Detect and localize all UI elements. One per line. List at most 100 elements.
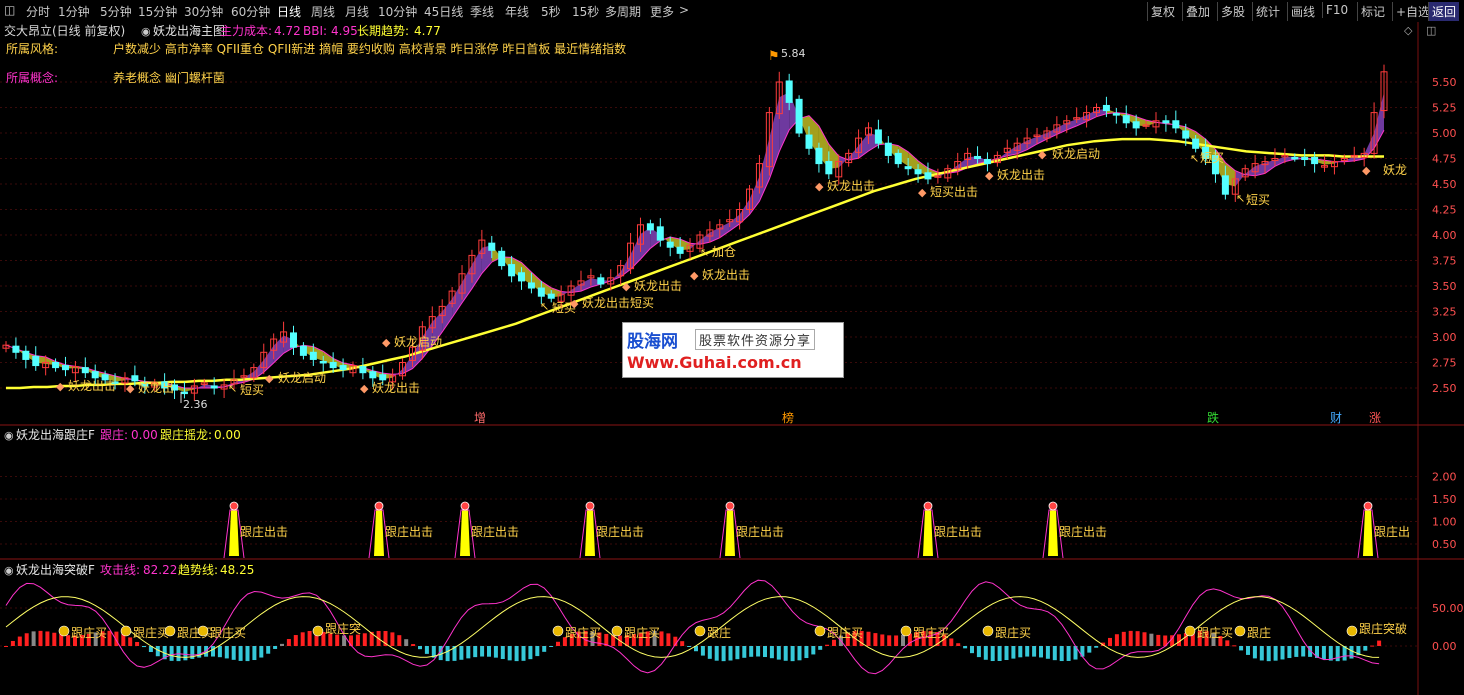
period-tab-14[interactable]: 15秒 <box>572 3 599 20</box>
buy-signal-label: 跟庄 <box>1247 625 1271 640</box>
money-bag-icon <box>814 625 826 637</box>
panel2-dropdown-icon[interactable]: ◉ <box>4 429 14 442</box>
y-axis-tick: 2.50 <box>1432 382 1457 395</box>
period-tab-3[interactable]: 15分钟 <box>138 3 177 20</box>
breakout-histogram-bar <box>804 646 809 659</box>
panel-expand-icon[interactable]: ◫ <box>1426 24 1436 37</box>
indicator-dropdown-icon[interactable]: ◉ <box>141 25 151 38</box>
candle-body <box>884 142 892 156</box>
candle-body <box>180 391 188 395</box>
candle-body <box>666 241 674 248</box>
panel3-dropdown-icon[interactable]: ◉ <box>4 564 14 577</box>
y-axis-tick: 4.75 <box>1432 153 1457 166</box>
breakout-histogram-bar <box>894 635 899 646</box>
candle-body <box>319 360 327 364</box>
y-axis-tick: 3.75 <box>1432 255 1457 268</box>
period-tab-15[interactable]: 多周期 <box>605 3 641 20</box>
svg-text:妖龙出击: 妖龙出击 <box>68 379 116 393</box>
back-button[interactable]: 返回 <box>1428 2 1460 21</box>
candle-body <box>369 371 377 379</box>
panel3-name[interactable]: 妖龙出海突破F <box>16 562 95 577</box>
breakout-histogram-bar <box>418 646 422 650</box>
main-indicator-name[interactable]: 妖龙出海主图 <box>153 23 225 38</box>
candle-body <box>983 159 991 165</box>
period-tab-6[interactable]: 日线 <box>277 3 301 20</box>
breakout-histogram-bar <box>1087 646 1092 653</box>
y-axis-tick: 1.50 <box>1432 493 1457 506</box>
candle-body <box>91 371 99 379</box>
money-bag-icon <box>164 625 176 637</box>
signal-marker: ↖ 加仓 <box>700 245 736 259</box>
chevron-right-icon[interactable]: > <box>679 3 689 17</box>
breakout-histogram-bar <box>742 646 747 658</box>
period-tab-0[interactable]: 分时 <box>26 3 50 20</box>
diamond-icon[interactable]: ◇ <box>1404 24 1413 37</box>
mark-button[interactable]: 标记 <box>1357 2 1388 21</box>
follow-signal-label: 跟庄出击 <box>934 524 982 539</box>
period-tab-9[interactable]: 10分钟 <box>378 3 417 20</box>
stats-button[interactable]: 统计 <box>1252 2 1283 21</box>
candle-body <box>1291 156 1299 160</box>
breakout-histogram-bar <box>487 646 491 657</box>
event-badge[interactable]: 跌 <box>1207 410 1219 425</box>
candle-body <box>874 129 882 144</box>
period-tab-10[interactable]: 45日线 <box>424 3 463 20</box>
candle-body <box>518 272 526 282</box>
panel2-value2: 0.00 <box>214 428 241 442</box>
breakout-histogram-bar <box>956 643 961 646</box>
long-trend-value: 4.77 <box>414 24 441 38</box>
svg-text:◆: ◆ <box>1362 164 1371 177</box>
candle-body <box>210 385 218 389</box>
overlay-button[interactable]: 叠加 <box>1182 2 1213 21</box>
svg-text:◆: ◆ <box>382 336 391 349</box>
follow-signal-label: 跟庄出 <box>1374 524 1410 539</box>
event-badge[interactable]: 增 <box>474 411 486 425</box>
panel2-label2: 跟庄摇龙: <box>160 427 212 442</box>
breakout-histogram-bar <box>866 631 871 646</box>
period-tab-11[interactable]: 季线 <box>470 3 494 20</box>
period-tab-12[interactable]: 年线 <box>505 3 529 20</box>
event-badge[interactable]: 涨 <box>1369 410 1381 425</box>
follow-signal-label: 跟庄出击 <box>736 524 784 539</box>
breakout-histogram-bar <box>1287 646 1292 659</box>
svg-text:↖: ↖ <box>540 300 549 313</box>
breakout-histogram-bar <box>24 633 29 646</box>
panel2-name[interactable]: 妖龙出海跟庄F <box>16 427 95 442</box>
watermark-banner: 股海网 股票软件资源分享 Www.Guhai.com.cn <box>622 322 844 378</box>
breakout-histogram-bar <box>480 646 485 657</box>
period-tab-2[interactable]: 5分钟 <box>100 3 132 20</box>
candle-body <box>1102 104 1110 112</box>
period-tab-4[interactable]: 30分钟 <box>184 3 223 20</box>
candle-body <box>904 166 912 170</box>
candle-body <box>32 355 40 367</box>
event-badge[interactable]: 榜 <box>782 410 794 425</box>
event-badge[interactable]: 财 <box>1330 411 1342 425</box>
svg-text:◆: ◆ <box>985 169 994 182</box>
menu-toggle-icon[interactable]: ◫ <box>4 3 15 17</box>
period-tab-16[interactable]: 更多 <box>650 3 674 20</box>
breakout-histogram-bar <box>211 646 215 657</box>
buy-signal-label: 跟庄买 <box>913 625 949 640</box>
breakout-histogram-bar <box>424 646 429 654</box>
buy-signal-label: 跟庄买 <box>133 625 169 640</box>
multi-stock-button[interactable]: 多股 <box>1217 2 1248 21</box>
candle-body <box>1132 121 1140 129</box>
breakout-histogram-bar <box>1370 645 1375 647</box>
f10-button[interactable]: F10 <box>1322 2 1351 18</box>
candle-body <box>924 172 932 180</box>
breakout-histogram-bar <box>1232 645 1237 647</box>
candle-body <box>914 169 922 175</box>
candle-body <box>597 277 605 285</box>
period-tab-7[interactable]: 周线 <box>311 3 335 20</box>
period-tab-8[interactable]: 月线 <box>345 3 369 20</box>
signal-marker: ↖ 短买 <box>1190 151 1224 165</box>
period-tab-5[interactable]: 60分钟 <box>231 3 270 20</box>
candle-body <box>537 287 545 297</box>
breakout-histogram-bar <box>1280 646 1285 660</box>
draw-line-button[interactable]: 画线 <box>1287 2 1318 21</box>
add-watchlist-button[interactable]: +自选 <box>1392 2 1433 21</box>
restore-rights-button[interactable]: 复权 <box>1147 2 1178 21</box>
money-bag-icon <box>312 625 324 637</box>
period-tab-13[interactable]: 5秒 <box>541 3 561 20</box>
period-tab-1[interactable]: 1分钟 <box>58 3 90 20</box>
